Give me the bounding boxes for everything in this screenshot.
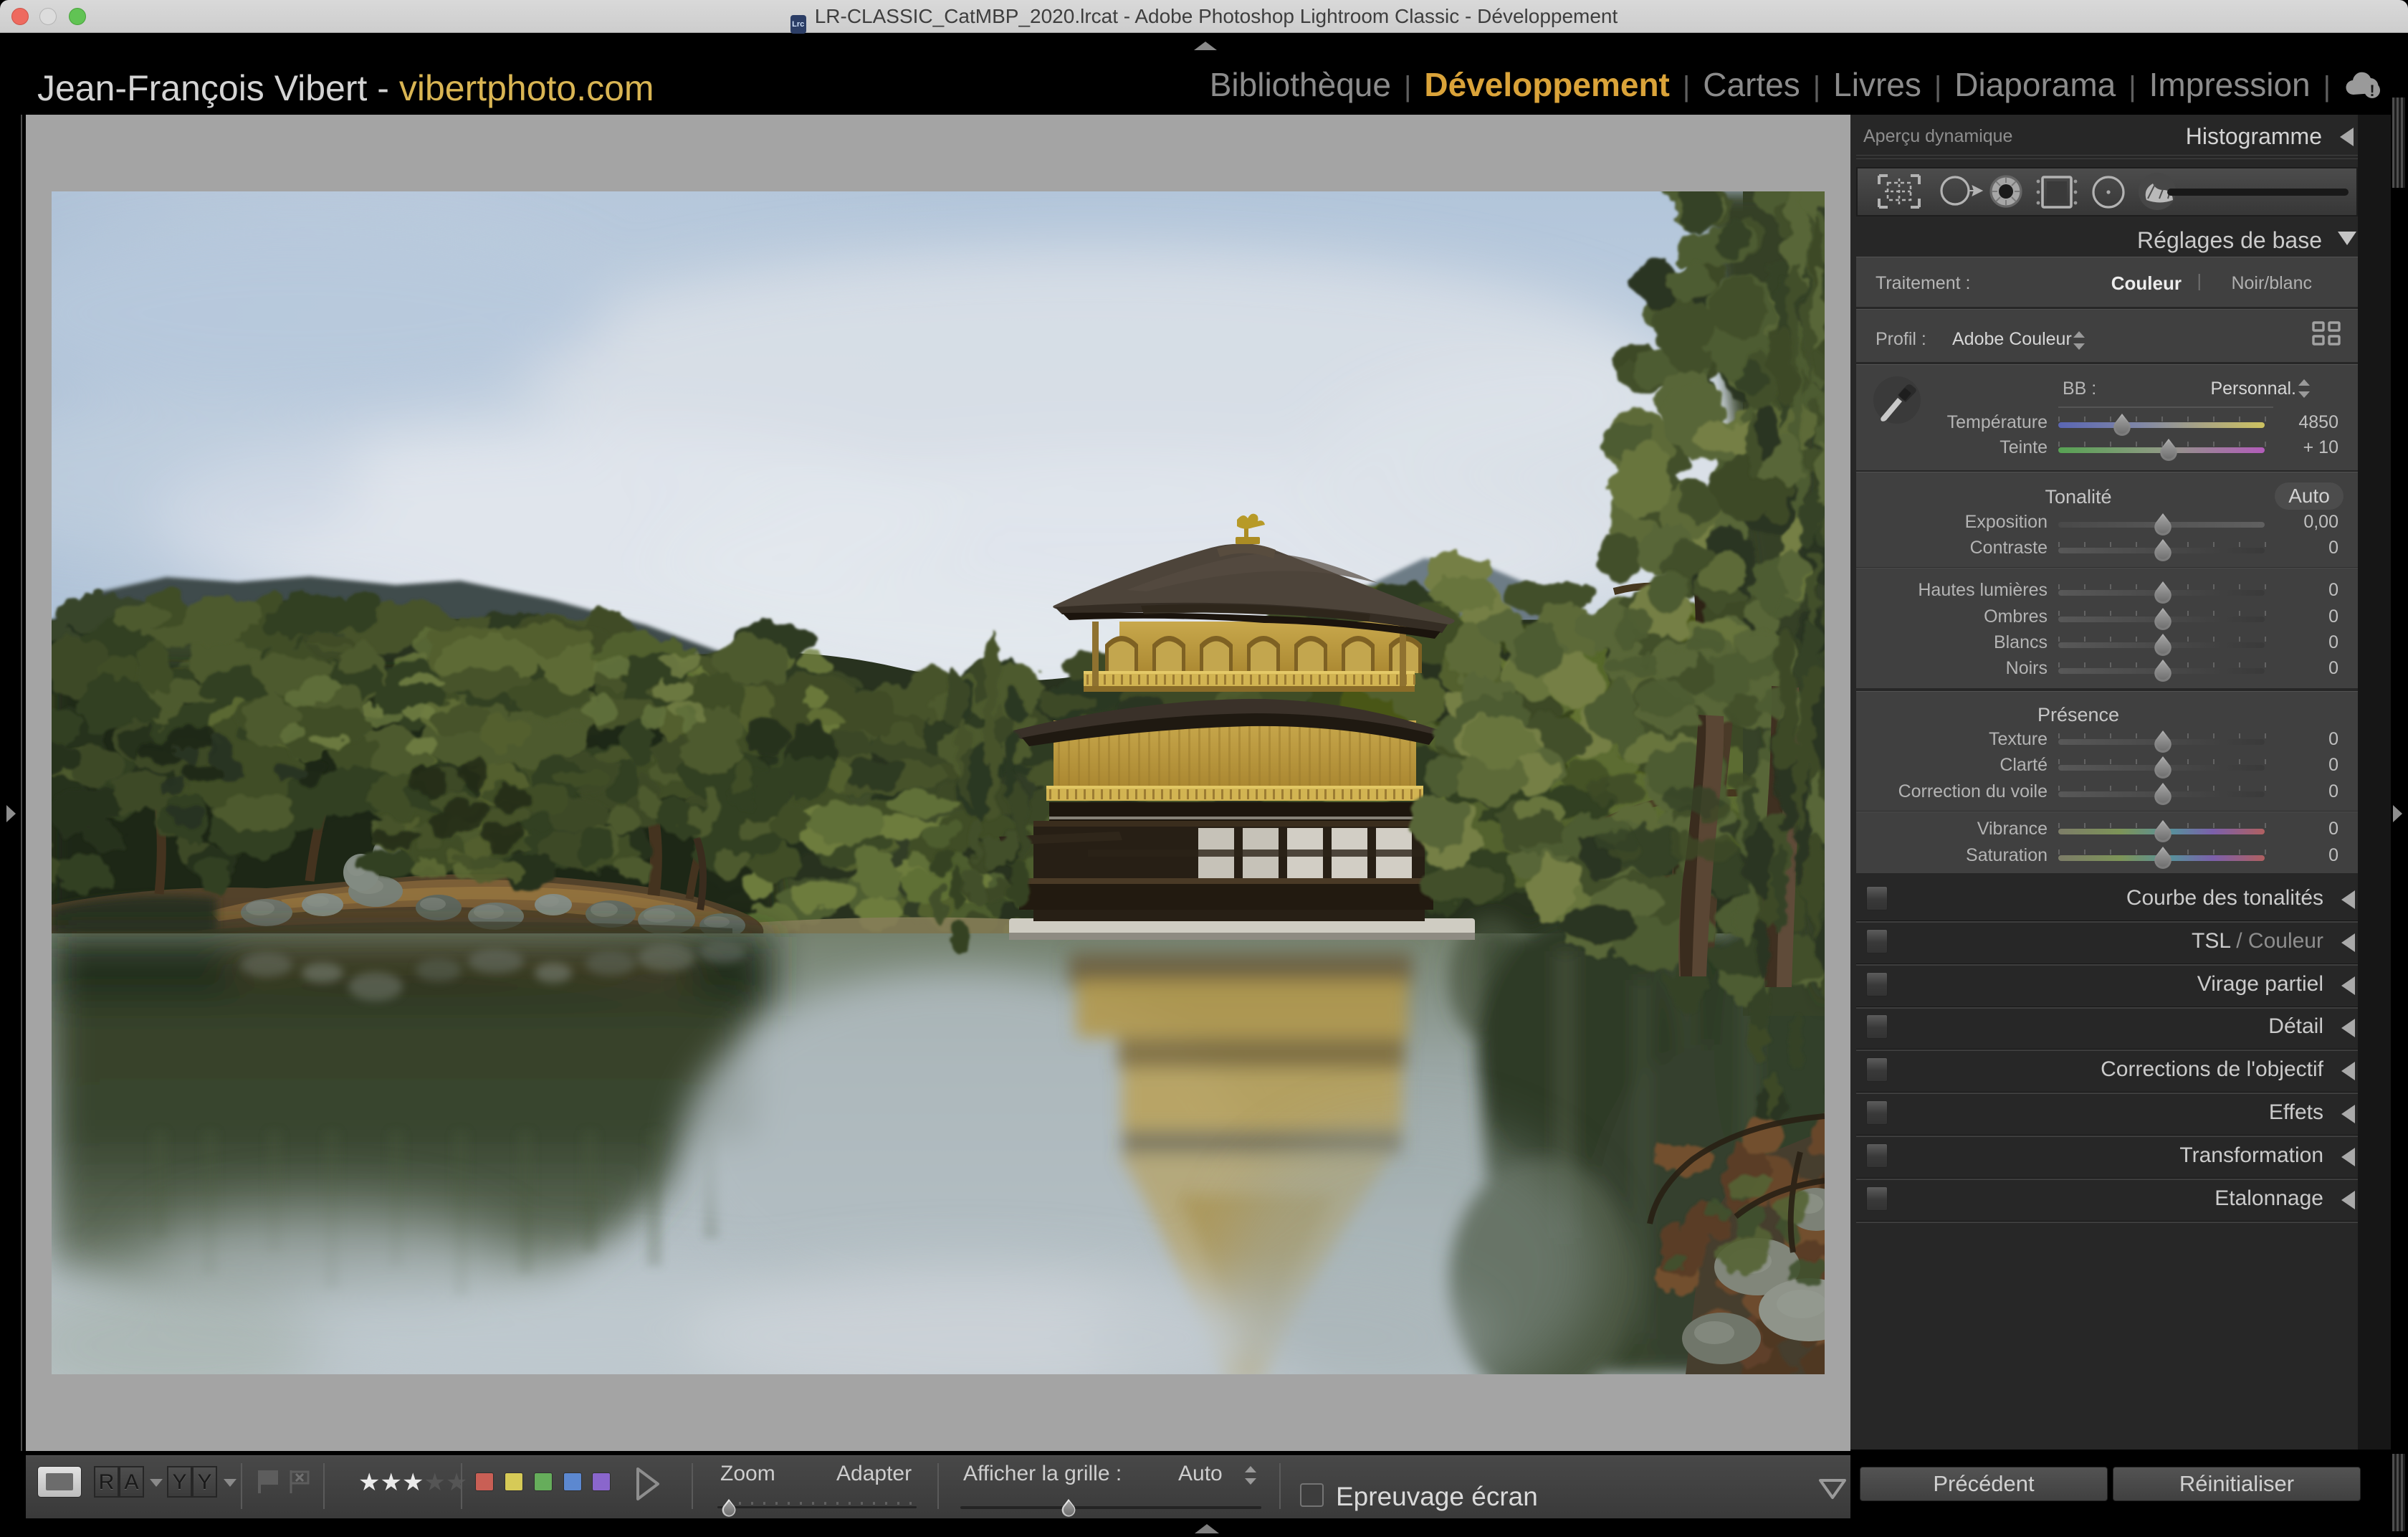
svg-text:!: ! — [2369, 82, 2374, 99]
